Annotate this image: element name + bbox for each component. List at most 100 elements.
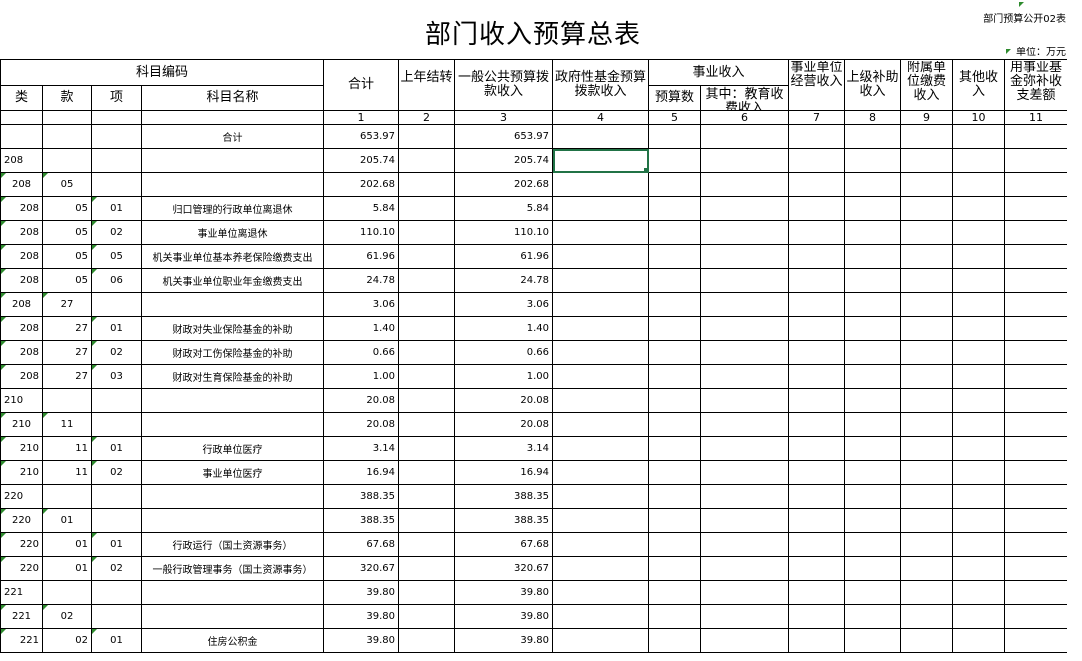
- cell-xiang[interactable]: 03: [91, 364, 142, 389]
- column-number-cell[interactable]: 3: [454, 110, 554, 125]
- cell-other-income[interactable]: [952, 364, 1006, 389]
- cell-xiang[interactable]: 02: [91, 340, 142, 365]
- cell-gov-fund[interactable]: [552, 340, 650, 365]
- cell-budget-count[interactable]: [648, 604, 702, 629]
- cell-general-budget[interactable]: 388.35: [454, 508, 554, 533]
- cell-affiliated-payment[interactable]: [900, 508, 954, 533]
- cell-general-budget[interactable]: 3.14: [454, 436, 554, 461]
- cell-gov-fund[interactable]: [552, 556, 650, 581]
- cell-general-budget[interactable]: 110.10: [454, 220, 554, 245]
- cell-name[interactable]: [140, 292, 325, 317]
- cell-superior-subsidy[interactable]: [844, 460, 902, 485]
- cell-total[interactable]: 20.08: [323, 388, 400, 413]
- cell-carryover[interactable]: [398, 628, 456, 653]
- cell-affiliated-payment[interactable]: [900, 148, 954, 173]
- cell-edu-fee[interactable]: [700, 172, 790, 197]
- cell-affiliated-payment[interactable]: [900, 628, 954, 653]
- column-number-cell[interactable]: 8: [844, 110, 902, 125]
- column-number-cell[interactable]: 5: [648, 110, 702, 125]
- cell-xiang[interactable]: 05: [91, 244, 142, 269]
- cell-other-income[interactable]: [952, 484, 1006, 509]
- cell-operating-income[interactable]: [788, 508, 846, 533]
- cell-total[interactable]: 1.00: [323, 364, 400, 389]
- cell-kuan[interactable]: 11: [42, 436, 92, 461]
- cell-name[interactable]: 合计: [140, 124, 325, 149]
- cell-gov-fund[interactable]: [552, 148, 650, 173]
- column-number-cell[interactable]: 9: [900, 110, 954, 125]
- cell-carryover[interactable]: [398, 556, 456, 581]
- cell-xiang[interactable]: 01: [91, 532, 142, 557]
- cell-other-income[interactable]: [952, 196, 1006, 221]
- cell-superior-subsidy[interactable]: [844, 340, 902, 365]
- cell-affiliated-payment[interactable]: [900, 196, 954, 221]
- cell-superior-subsidy[interactable]: [844, 244, 902, 269]
- header-operating-income[interactable]: 事业单位经营收入: [788, 59, 846, 111]
- cell-gov-fund[interactable]: [552, 364, 650, 389]
- cell-affiliated-payment[interactable]: [900, 532, 954, 557]
- cell-affiliated-payment[interactable]: [900, 580, 954, 605]
- cell-budget-count[interactable]: [648, 148, 702, 173]
- cell-kuan[interactable]: 05: [42, 220, 92, 245]
- cell-name[interactable]: [140, 580, 325, 605]
- cell-fund-offset[interactable]: [1004, 244, 1069, 269]
- cell-budget-count[interactable]: [648, 172, 702, 197]
- cell-xiang[interactable]: [91, 604, 142, 629]
- cell-budget-count[interactable]: [648, 340, 702, 365]
- cell-lei[interactable]: 220: [0, 508, 43, 533]
- cell-carryover[interactable]: [398, 268, 456, 293]
- cell-lei[interactable]: 221: [0, 580, 43, 605]
- cell-kuan[interactable]: 01: [42, 556, 92, 581]
- cell-total[interactable]: 388.35: [323, 508, 400, 533]
- cell-fund-offset[interactable]: [1004, 148, 1069, 173]
- cell-edu-fee[interactable]: [700, 436, 790, 461]
- cell-name[interactable]: [140, 412, 325, 437]
- cell-general-budget[interactable]: 1.40: [454, 316, 554, 341]
- cell-carryover[interactable]: [398, 148, 456, 173]
- cell-affiliated-payment[interactable]: [900, 268, 954, 293]
- cell-fund-offset[interactable]: [1004, 532, 1069, 557]
- cell-edu-fee[interactable]: [700, 196, 790, 221]
- cell-kuan[interactable]: 27: [42, 340, 92, 365]
- cell-edu-fee[interactable]: [700, 412, 790, 437]
- cell-gov-fund[interactable]: [552, 628, 650, 653]
- cell-affiliated-payment[interactable]: [900, 316, 954, 341]
- cell-general-budget[interactable]: 67.68: [454, 532, 554, 557]
- cell-fund-offset[interactable]: [1004, 172, 1069, 197]
- cell-general-budget[interactable]: 653.97: [454, 124, 554, 149]
- cell-operating-income[interactable]: [788, 124, 846, 149]
- cell-total[interactable]: 61.96: [323, 244, 400, 269]
- cell-other-income[interactable]: [952, 172, 1006, 197]
- cell-name[interactable]: 归口管理的行政单位离退休: [140, 196, 325, 221]
- cell-name[interactable]: [140, 604, 325, 629]
- cell-total[interactable]: 16.94: [323, 460, 400, 485]
- cell-operating-income[interactable]: [788, 292, 846, 317]
- cell-total[interactable]: 110.10: [323, 220, 400, 245]
- cell-affiliated-payment[interactable]: [900, 364, 954, 389]
- cell-name[interactable]: 财政对生育保险基金的补助: [140, 364, 325, 389]
- header-total[interactable]: 合计: [323, 59, 400, 111]
- cell-lei[interactable]: 208: [0, 196, 43, 221]
- cell-fund-offset[interactable]: [1004, 604, 1069, 629]
- cell-name[interactable]: 行政运行（国土资源事务）: [140, 532, 325, 557]
- cell-general-budget[interactable]: 1.00: [454, 364, 554, 389]
- header-business-income[interactable]: 事业收入: [648, 59, 790, 86]
- cell-kuan[interactable]: 27: [42, 364, 92, 389]
- cell-lei[interactable]: 208: [0, 172, 43, 197]
- cell-name[interactable]: [140, 388, 325, 413]
- cell-superior-subsidy[interactable]: [844, 484, 902, 509]
- cell-superior-subsidy[interactable]: [844, 148, 902, 173]
- cell-lei[interactable]: 221: [0, 628, 43, 653]
- cell-edu-fee[interactable]: [700, 628, 790, 653]
- cell-edu-fee[interactable]: [700, 316, 790, 341]
- cell-other-income[interactable]: [952, 388, 1006, 413]
- cell-carryover[interactable]: [398, 532, 456, 557]
- cell-lei[interactable]: 210: [0, 460, 43, 485]
- cell-kuan[interactable]: [42, 484, 92, 509]
- cell-carryover[interactable]: [398, 124, 456, 149]
- cell-budget-count[interactable]: [648, 436, 702, 461]
- cell-superior-subsidy[interactable]: [844, 316, 902, 341]
- header-xiang[interactable]: 项: [91, 85, 142, 111]
- cell-xiang[interactable]: 01: [91, 628, 142, 653]
- cell-affiliated-payment[interactable]: [900, 292, 954, 317]
- cell-lei[interactable]: 208: [0, 268, 43, 293]
